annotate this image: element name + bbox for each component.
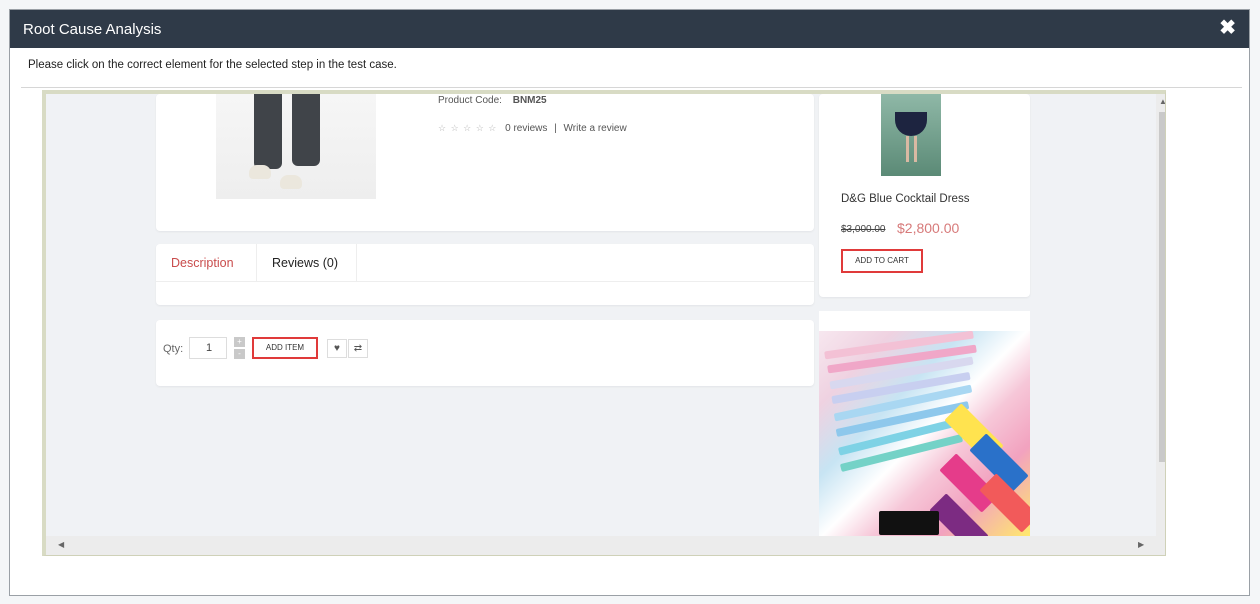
product-summary-card: Product Code: BNM25 ☆ ☆ ☆ ☆ ☆ 0 reviews …	[156, 94, 814, 231]
close-icon[interactable]: ✖	[1219, 18, 1236, 38]
right-shoe	[280, 175, 302, 189]
add-to-cart-button[interactable]: ADD TO CART	[841, 249, 923, 273]
modal-header: Root Cause Analysis ✖	[10, 10, 1249, 48]
swatch	[879, 511, 939, 535]
featured-product-name[interactable]: D&G Blue Cocktail Dress	[841, 193, 969, 205]
dress-image	[881, 94, 941, 176]
product-code-label: Product Code:	[438, 95, 502, 106]
tab-description[interactable]: Description	[171, 256, 234, 270]
meta-separator: |	[554, 123, 557, 134]
tab-reviews[interactable]: Reviews (0)	[272, 256, 338, 270]
qty-increase-button[interactable]: +	[234, 337, 245, 347]
dress-leg-left	[906, 136, 909, 162]
preview-frame: Product Code: BNM25 ☆ ☆ ☆ ☆ ☆ 0 reviews …	[42, 90, 1166, 556]
dress-skirt	[895, 112, 927, 136]
instruction-text: Please click on the correct element for …	[28, 59, 397, 71]
scroll-left-icon[interactable]: ◀	[58, 540, 64, 549]
old-price: $3,000.00	[841, 224, 886, 235]
tab-separator	[356, 244, 357, 282]
dress-leg-right	[914, 136, 917, 162]
qty-decrease-button[interactable]: -	[234, 349, 245, 359]
outer-vertical-scrollbar[interactable]: ▲	[1156, 94, 1165, 555]
color-swatch-banner	[819, 311, 1030, 536]
left-shoe	[249, 165, 271, 179]
add-to-cart-card: Qty: 1 + - ADD ITEM ♥ ⇄	[156, 320, 814, 386]
qty-label: Qty:	[163, 343, 184, 355]
jeans-right-leg	[292, 94, 320, 166]
tab-underline	[156, 281, 814, 282]
qty-input[interactable]: 1	[189, 337, 227, 359]
page-preview: Product Code: BNM25 ☆ ☆ ☆ ☆ ☆ 0 reviews …	[46, 94, 1130, 536]
outer-scroll-thumb[interactable]	[1159, 112, 1165, 462]
horizontal-scrollbar[interactable]: ◀ ▶	[46, 536, 1165, 555]
add-item-button[interactable]: ADD ITEM	[252, 337, 318, 359]
outer-scroll-up-icon[interactable]: ▲	[1159, 97, 1165, 106]
product-code-value: BNM25	[512, 95, 547, 106]
product-code-row: Product Code: BNM25	[438, 95, 547, 106]
tab-separator	[256, 244, 257, 282]
rating-row: ☆ ☆ ☆ ☆ ☆ 0 reviews | Write a review	[438, 123, 627, 134]
modal-title: Root Cause Analysis	[23, 21, 162, 38]
rating-stars: ☆ ☆ ☆ ☆ ☆	[438, 123, 498, 133]
product-image	[216, 94, 376, 199]
reviews-count-link[interactable]: 0 reviews	[505, 123, 547, 134]
sale-price: $2,800.00	[897, 220, 960, 236]
heart-icon[interactable]: ♥	[327, 339, 347, 358]
jeans-left-leg	[254, 94, 282, 169]
featured-product-card: D&G Blue Cocktail Dress $3,000.00 $2,800…	[819, 94, 1030, 297]
divider	[21, 87, 1242, 88]
scroll-right-icon[interactable]: ▶	[1138, 540, 1144, 549]
compare-icon[interactable]: ⇄	[348, 339, 368, 358]
root-cause-modal: Root Cause Analysis ✖ Please click on th…	[9, 9, 1250, 596]
banner-image	[819, 331, 1030, 536]
write-review-link[interactable]: Write a review	[564, 123, 627, 134]
product-tabs-card: Description Reviews (0)	[156, 244, 814, 305]
